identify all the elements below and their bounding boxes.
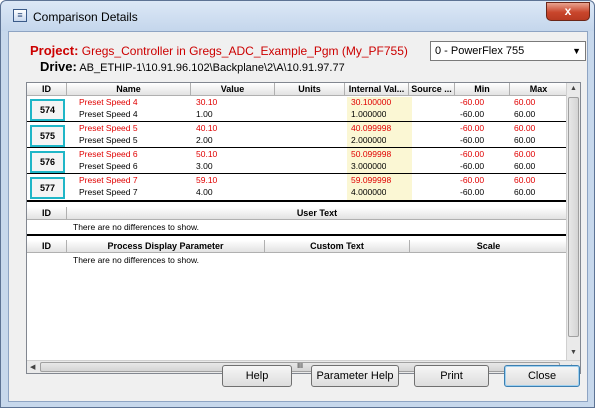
col-header-name[interactable]: Name: [67, 83, 191, 96]
row-divider: [27, 121, 568, 122]
row-divider: [27, 147, 568, 148]
param-value: 1.00: [196, 109, 213, 119]
col-header-source[interactable]: Source ...: [409, 83, 455, 96]
param-internal-value: 30.100000: [351, 97, 392, 107]
param-min: -60.00: [460, 135, 485, 145]
col-header-value[interactable]: Value: [191, 83, 275, 96]
process-col-header-id[interactable]: ID: [27, 240, 67, 253]
user-text-empty-message: There are no differences to show.: [73, 222, 200, 232]
param-internal-value: 40.099998: [351, 123, 392, 133]
param-value: 3.00: [196, 161, 213, 171]
vertical-scroll-thumb[interactable]: [568, 97, 579, 337]
param-id-574[interactable]: 574: [30, 99, 65, 121]
user-text-col-header-text[interactable]: User Text: [67, 207, 568, 220]
param-min: -60.00: [460, 187, 485, 197]
col-header-units[interactable]: Units: [275, 83, 345, 96]
process-col-header-custom-text[interactable]: Custom Text: [265, 240, 410, 253]
help-button[interactable]: Help: [222, 365, 292, 387]
dialog-body: Project: Gregs_Controller in Gregs_ADC_E…: [8, 31, 588, 402]
param-internal-value: 3.000000: [351, 161, 387, 171]
window-close-button[interactable]: x: [546, 2, 590, 21]
process-col-header-parameter[interactable]: Process Display Parameter: [67, 240, 265, 253]
print-button[interactable]: Print: [414, 365, 489, 387]
param-value: 30.10: [196, 97, 218, 107]
param-min: -60.00: [460, 149, 485, 159]
user-text-col-header-id[interactable]: ID: [27, 207, 67, 220]
project-value: Gregs_Controller in Gregs_ADC_Example_Pg…: [81, 44, 408, 58]
param-id-577[interactable]: 577: [30, 177, 65, 199]
col-header-max[interactable]: Max: [510, 83, 568, 96]
param-internal-value: 59.099998: [351, 175, 392, 185]
param-max: 60.00: [514, 123, 536, 133]
param-internal-value: 1.000000: [351, 109, 387, 119]
param-max: 60.00: [514, 175, 536, 185]
title-bar[interactable]: ≡ Comparison Details x: [1, 1, 594, 31]
param-id-576[interactable]: 576: [30, 151, 65, 173]
comparison-grid: ID Name Value Units Internal Val... Sour…: [26, 82, 581, 374]
param-max: 60.00: [514, 97, 536, 107]
project-label: Project:: [30, 43, 79, 58]
param-name: Preset Speed 5: [79, 123, 138, 133]
param-max: 60.00: [514, 187, 536, 197]
row-divider: [27, 173, 568, 174]
horizontal-scrollbar[interactable]: ◀ III ▶: [27, 360, 580, 373]
param-max: 60.00: [514, 149, 536, 159]
param-name: Preset Speed 4: [79, 97, 138, 107]
param-name: Preset Speed 7: [79, 187, 138, 197]
scroll-left-icon[interactable]: ◀: [30, 363, 35, 371]
drive-value: AB_ETHIP-1\10.91.96.102\Backplane\2\A\10…: [79, 62, 345, 74]
close-button[interactable]: Close: [504, 365, 580, 387]
col-header-min[interactable]: Min: [455, 83, 510, 96]
param-name: Preset Speed 6: [79, 161, 138, 171]
process-empty-message: There are no differences to show.: [73, 255, 200, 265]
param-min: -60.00: [460, 161, 485, 171]
param-internal-value: 4.000000: [351, 187, 387, 197]
col-header-id[interactable]: ID: [27, 83, 67, 96]
section-divider: [27, 234, 568, 236]
param-value: 50.10: [196, 149, 218, 159]
scroll-down-icon[interactable]: ▼: [570, 349, 577, 356]
section-divider: [27, 200, 568, 202]
drive-line: Drive: AB_ETHIP-1\10.91.96.102\Backplane…: [40, 59, 345, 74]
comparison-details-window: ≡ Comparison Details x Project: Gregs_Co…: [0, 0, 595, 408]
param-name: Preset Speed 5: [79, 135, 138, 145]
param-max: 60.00: [514, 161, 536, 171]
drive-label: Drive:: [40, 59, 77, 74]
param-value: 4.00: [196, 187, 213, 197]
param-min: -60.00: [460, 97, 485, 107]
chevron-down-icon[interactable]: ▼: [572, 42, 581, 60]
project-line: Project: Gregs_Controller in Gregs_ADC_E…: [30, 43, 408, 58]
param-internal-value: 50.099998: [351, 149, 392, 159]
param-min: -60.00: [460, 109, 485, 119]
window-title: Comparison Details: [33, 10, 138, 24]
param-id-575[interactable]: 575: [30, 125, 65, 147]
scroll-up-icon[interactable]: ▲: [570, 85, 577, 92]
vertical-scrollbar[interactable]: ▲ ▼: [566, 83, 580, 361]
param-min: -60.00: [460, 123, 485, 133]
param-name: Preset Speed 6: [79, 149, 138, 159]
param-max: 60.00: [514, 109, 536, 119]
col-header-internal-value[interactable]: Internal Val...: [345, 83, 409, 96]
param-value: 59.10: [196, 175, 218, 185]
process-col-header-scale[interactable]: Scale: [410, 240, 568, 253]
param-max: 60.00: [514, 135, 536, 145]
param-name: Preset Speed 7: [79, 175, 138, 185]
comparison-icon: ≡: [13, 9, 27, 22]
param-value: 2.00: [196, 135, 213, 145]
param-value: 40.10: [196, 123, 218, 133]
drive-select-value: 0 - PowerFlex 755: [435, 45, 525, 57]
parameter-help-button[interactable]: Parameter Help: [311, 365, 399, 387]
drive-select[interactable]: 0 - PowerFlex 755 ▼: [430, 41, 586, 61]
param-internal-value: 2.000000: [351, 135, 387, 145]
param-name: Preset Speed 4: [79, 109, 138, 119]
param-min: -60.00: [460, 175, 485, 185]
